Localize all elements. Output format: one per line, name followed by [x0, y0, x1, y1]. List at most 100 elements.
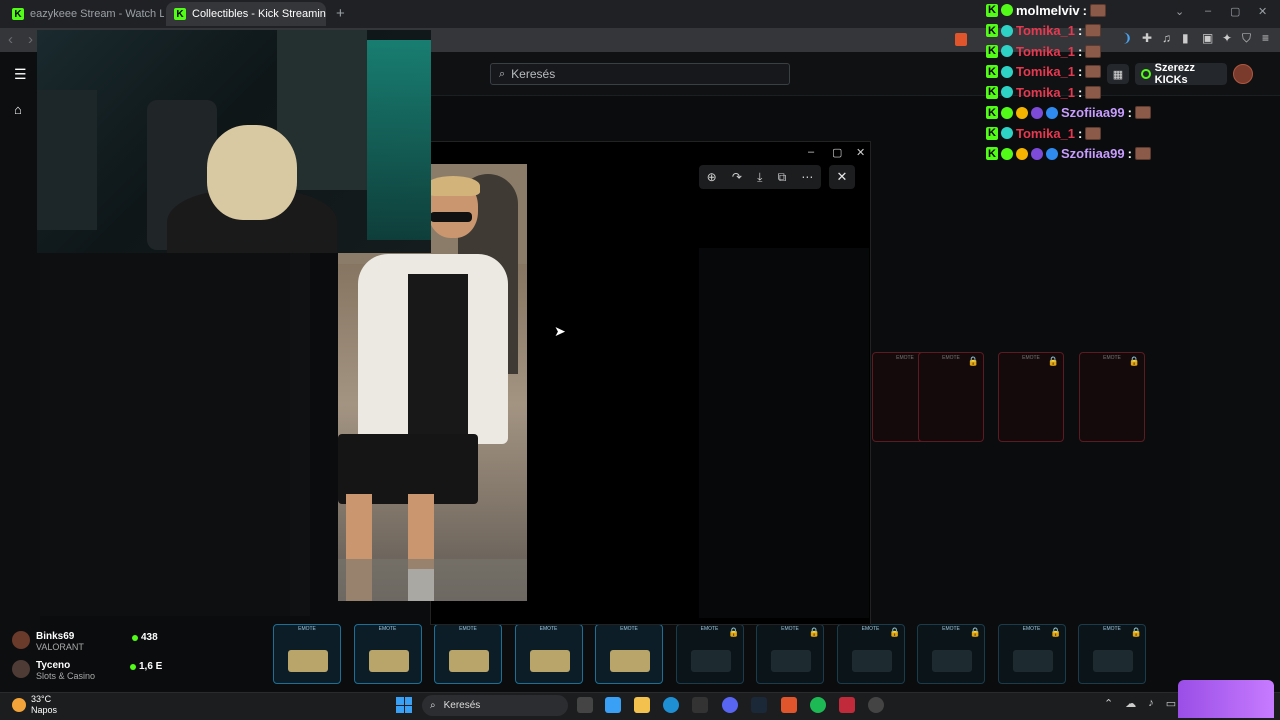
copilot-icon[interactable]: [605, 697, 621, 713]
app-icon[interactable]: [839, 697, 855, 713]
chat-message[interactable]: K Tomika_1:: [986, 82, 1186, 103]
avatar[interactable]: [1233, 64, 1253, 84]
chat-message[interactable]: K Tomika_1:: [986, 41, 1186, 62]
emote-card[interactable]: EMOTE🔒: [918, 352, 984, 442]
chat-username[interactable]: Szofiiaa99: [1061, 105, 1125, 120]
weather-widget[interactable]: 33°C Napos: [12, 694, 57, 716]
emote-card[interactable]: EMOTE: [273, 624, 341, 684]
chat-message[interactable]: Kmolmelviv:: [986, 0, 1186, 21]
emote-card[interactable]: EMOTE🔒: [675, 624, 744, 684]
download-icon[interactable]: ⤓: [757, 170, 762, 185]
sub-badge-icon: [1001, 4, 1013, 17]
emote-card[interactable]: EMOTE🔒: [998, 352, 1064, 442]
spotify-icon[interactable]: [810, 697, 826, 713]
chat-message[interactable]: K Szofiiaa99:: [986, 144, 1186, 165]
emote-card[interactable]: EMOTE: [595, 624, 663, 684]
steam-icon[interactable]: [751, 697, 767, 713]
display-icon[interactable]: ▭: [1166, 697, 1176, 710]
chat-message[interactable]: K Tomika_1:: [986, 123, 1186, 144]
settings-icon[interactable]: [868, 697, 884, 713]
emote-thumbnail: [690, 650, 731, 672]
taskbar-search[interactable]: ⌕ Keresés: [422, 695, 568, 716]
live-dot-icon: [130, 663, 136, 670]
chat-message[interactable]: K Tomika_1:: [986, 62, 1186, 83]
emote-card[interactable]: EMOTE🔒: [756, 624, 824, 684]
emote-card[interactable]: EMOTE🔒: [1079, 352, 1145, 442]
gift-badge-icon: [1031, 147, 1043, 160]
chat-separator: :: [1078, 23, 1083, 39]
kick-logo-icon: K: [986, 24, 998, 38]
chat-username[interactable]: Tomika_1: [1016, 23, 1075, 38]
discord-icon[interactable]: [722, 697, 738, 713]
open-external-icon[interactable]: ⧉: [778, 170, 787, 185]
chat-message[interactable]: K Tomika_1:: [986, 21, 1186, 42]
chat-overlay: Kmolmelviv: K Tomika_1: K Tomika_1: K Tomika_1…: [986, 0, 1186, 164]
share-icon[interactable]: ↷: [732, 170, 742, 184]
viewer-minimize-button[interactable]: –: [808, 146, 814, 158]
tray-chevron-icon[interactable]: ⌃: [1104, 697, 1113, 710]
webcam-overlay: [37, 30, 431, 253]
browser-tab[interactable]: K eazykeee Stream - Watch Live on Kic: [4, 2, 164, 26]
crown-badge-icon: [1016, 147, 1028, 160]
file-explorer-icon[interactable]: [634, 697, 650, 713]
home-icon[interactable]: ⌂: [14, 102, 22, 117]
edge-icon[interactable]: [663, 697, 679, 713]
back-icon[interactable]: ‹: [8, 31, 13, 48]
channel-name: Binks69: [36, 631, 75, 642]
forward-icon[interactable]: ›: [28, 31, 33, 48]
emote-card[interactable]: EMOTE: [514, 624, 583, 684]
kick-logo-icon: K: [986, 44, 998, 58]
chat-username[interactable]: Tomika_1: [1016, 85, 1075, 100]
live-dot-icon: [132, 634, 138, 641]
photo-sunglasses: [430, 212, 472, 222]
kick-logo-icon: K: [986, 147, 998, 161]
minimize-button[interactable]: –: [1205, 5, 1211, 17]
emote-card-label: EMOTE: [539, 626, 558, 632]
close-window-button[interactable]: ✕: [1258, 5, 1267, 18]
viewer-close-window-button[interactable]: ✕: [856, 146, 865, 159]
shield-icon[interactable]: ⛉: [1242, 31, 1251, 46]
chat-username[interactable]: Tomika_1: [1016, 44, 1075, 59]
kick-logo-icon: K: [986, 3, 998, 17]
viewer-maximize-button[interactable]: ▢: [832, 146, 842, 159]
store-icon[interactable]: [692, 697, 708, 713]
maximize-button[interactable]: ▢: [1230, 5, 1240, 18]
windows-start-icon[interactable]: [396, 697, 412, 713]
emote-card[interactable]: EMOTE🔒: [1078, 624, 1146, 684]
microphone-icon[interactable]: ♪: [1148, 697, 1154, 710]
recommended-channel[interactable]: Binks69 VALORANT: [12, 631, 84, 652]
chat-separator: :: [1078, 125, 1083, 141]
chat-emote-icon: [1085, 44, 1102, 58]
chat-username[interactable]: molmelviv: [1016, 3, 1080, 18]
menu-icon[interactable]: ≡: [1262, 31, 1269, 45]
sparkle-icon[interactable]: ✦: [1222, 31, 1232, 45]
wallet-icon[interactable]: ▣: [1202, 31, 1213, 45]
emote-card[interactable]: EMOTE: [353, 624, 422, 684]
recommended-channel[interactable]: Tyceno Slots & Casino: [12, 660, 95, 681]
chat-username[interactable]: Tomika_1: [1016, 126, 1075, 141]
browser-tab-active[interactable]: K Collectibles - Kick Streaming ✕: [166, 2, 326, 26]
emote-thumbnail: [771, 650, 811, 672]
channel-name: Tyceno: [36, 660, 71, 671]
more-options-icon[interactable]: ⋯: [801, 170, 813, 184]
task-view-icon[interactable]: [577, 697, 593, 713]
new-tab-button[interactable]: +: [336, 5, 345, 22]
hamburger-menu-icon[interactable]: ☰: [14, 66, 27, 83]
avatar: [12, 660, 30, 678]
brave-shield-icon[interactable]: [955, 33, 967, 46]
emote-card[interactable]: EMOTE🔒: [997, 624, 1066, 684]
chat-message[interactable]: K Szofiiaa99:: [986, 103, 1186, 124]
viewer-count-value: 1,6 E: [139, 661, 163, 672]
emote-card[interactable]: EMOTE🔒: [917, 624, 985, 684]
taskbar-search-label: Keresés: [443, 700, 481, 711]
vip-badge-icon: [1046, 147, 1058, 160]
viewer-close-icon[interactable]: ✕: [829, 165, 855, 189]
search-input[interactable]: ⌕ Keresés: [490, 63, 790, 85]
emote-card[interactable]: EMOTE: [434, 624, 502, 684]
network-icon[interactable]: ☁: [1125, 697, 1136, 710]
zoom-icon[interactable]: ⊕: [707, 170, 717, 184]
brave-icon[interactable]: [781, 697, 797, 713]
chat-username[interactable]: Szofiiaa99: [1061, 146, 1125, 161]
emote-card[interactable]: EMOTE🔒: [836, 624, 905, 684]
chat-username[interactable]: Tomika_1: [1016, 64, 1075, 79]
